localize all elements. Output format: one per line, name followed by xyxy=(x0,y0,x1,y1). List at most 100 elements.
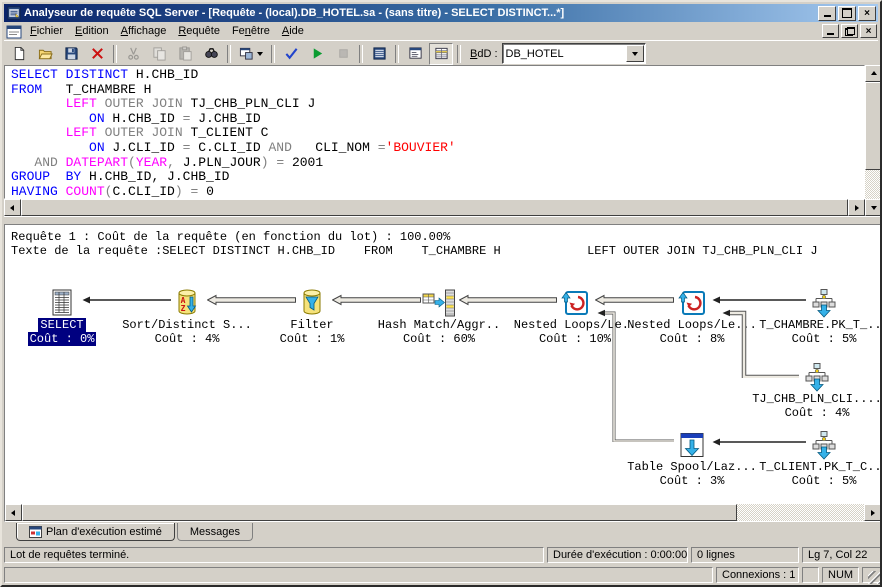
execution-mode-dropdown[interactable] xyxy=(235,43,267,65)
close-button[interactable]: × xyxy=(858,6,876,21)
plan-node-cost: Coût : 4% xyxy=(737,407,881,420)
filter-operator-icon xyxy=(295,288,329,318)
sql-line: LEFT OUTER JOIN TJ_CHB_PLN_CLI J xyxy=(11,97,864,112)
child-close-button[interactable]: × xyxy=(860,24,877,38)
parse-query-button[interactable] xyxy=(279,43,303,65)
child-restore-button[interactable] xyxy=(841,24,858,38)
find-button[interactable] xyxy=(199,43,223,65)
title-bar: Analyseur de requête SQL Server - [Requê… xyxy=(4,4,878,22)
open-file-button[interactable] xyxy=(33,43,57,65)
results-tab-bar: Plan d'exécution estimé Messages xyxy=(4,523,882,545)
menu-fentre[interactable]: Fenêtre xyxy=(226,23,276,39)
database-combobox-arrow[interactable] xyxy=(626,45,644,62)
grid-results-button[interactable] xyxy=(429,43,453,65)
query-window-button[interactable] xyxy=(367,43,391,65)
toolbar: BdD :DB_HOTEL xyxy=(4,40,878,66)
sql-line: LEFT OUTER JOIN T_CLIENT C xyxy=(11,126,864,141)
plan-hscroll-thumb[interactable] xyxy=(22,504,737,521)
vscroll-thumb[interactable] xyxy=(865,82,882,170)
app-status-empty xyxy=(4,567,713,583)
menu-aide[interactable]: Aide xyxy=(276,23,310,39)
query-status-bar: Lot de requêtes terminé. Durée d'exécuti… xyxy=(4,546,882,565)
stop-query-button[interactable] xyxy=(331,43,355,65)
copy-button[interactable] xyxy=(147,43,171,65)
plan-query-cost-line: Requête 1 : Coût de la requête (en fonct… xyxy=(11,230,450,244)
scroll-down-button[interactable] xyxy=(865,199,882,216)
child-minimize-button[interactable] xyxy=(822,24,839,38)
menu-affichage[interactable]: Affichage xyxy=(115,23,173,39)
sql-line: GROUP BY H.CHB_ID, J.CHB_ID xyxy=(11,170,864,185)
plan-connector-arrow xyxy=(597,308,674,447)
status-message: Lot de requêtes terminé. xyxy=(4,547,544,563)
seek-operator-icon xyxy=(807,288,841,318)
scroll-right-button[interactable] xyxy=(848,199,865,216)
execution-plan-pane: Requête 1 : Coût de la requête (en fonct… xyxy=(4,224,882,522)
hash-operator-icon xyxy=(422,288,456,318)
sql-editor-pane: SELECT DISTINCT H.CHB_IDFROM T_CHAMBRE H… xyxy=(4,65,882,216)
toolbar-separator xyxy=(395,45,399,63)
plan-query-text-line: Texte de la requête :SELECT DISTINCT H.C… xyxy=(11,244,818,258)
clear-window-button[interactable] xyxy=(85,43,109,65)
menu-fichier[interactable]: Fichier xyxy=(24,23,69,39)
plan-canvas: Requête 1 : Coût de la requête (en fonct… xyxy=(5,225,881,505)
menu-requte[interactable]: Requête xyxy=(172,23,226,39)
loops-operator-icon xyxy=(675,288,709,318)
database-combobox-value: DB_HOTEL xyxy=(503,48,626,60)
save-button[interactable] xyxy=(59,43,83,65)
execute-query-button[interactable] xyxy=(305,43,329,65)
plan-horizontal-scrollbar[interactable] xyxy=(5,504,881,521)
sql-horizontal-scrollbar[interactable] xyxy=(4,199,865,216)
cut-button[interactable] xyxy=(121,43,145,65)
scroll-up-button[interactable] xyxy=(865,65,882,82)
resize-grip[interactable] xyxy=(868,571,881,584)
scroll-left-button[interactable] xyxy=(4,199,21,216)
plan-scroll-right-button[interactable] xyxy=(864,504,881,521)
toolbar-separator xyxy=(359,45,363,63)
toolbar-separator xyxy=(113,45,117,63)
result-operator-icon xyxy=(45,288,79,318)
loops-operator-icon xyxy=(558,288,592,318)
sql-line: ON J.CLI_ID = C.CLI_ID AND CLI_NOM ='BOU… xyxy=(11,141,864,156)
plan-node-label: T_CLIENT.PK_T_C... xyxy=(744,461,881,474)
menu-items-container: FichierEditionAffichageRequêteFenêtreAid… xyxy=(24,25,310,37)
status-small-panel xyxy=(802,567,819,583)
paste-button[interactable] xyxy=(173,43,197,65)
toolbar-separator xyxy=(227,45,231,63)
window-title: Analyseur de requête SQL Server - [Requê… xyxy=(24,7,814,19)
svg-text:Z: Z xyxy=(181,304,186,313)
tab-messages-label: Messages xyxy=(190,526,240,538)
plan-connector-arrow xyxy=(207,293,296,311)
mdi-child-icon[interactable] xyxy=(6,24,22,39)
tab-plan-label: Plan d'exécution estimé xyxy=(46,526,162,538)
seek-operator-icon xyxy=(807,430,841,460)
app-icon xyxy=(7,6,21,20)
sql-vertical-scrollbar[interactable] xyxy=(865,65,882,216)
seek-operator-icon xyxy=(800,362,834,392)
status-cursor-position: Lg 7, Col 22 xyxy=(802,547,882,563)
plan-connector-arrow xyxy=(722,308,799,383)
app-window: Analyseur de requête SQL Server - [Requê… xyxy=(0,0,882,587)
tab-messages[interactable]: Messages xyxy=(177,523,253,541)
menu-edition[interactable]: Edition xyxy=(69,23,115,39)
minimize-button[interactable] xyxy=(818,6,836,21)
status-row-count: 0 lignes xyxy=(691,547,799,563)
database-combobox[interactable]: DB_HOTEL xyxy=(502,43,646,64)
plan-connector-arrow xyxy=(712,435,806,453)
new-query-button[interactable] xyxy=(7,43,31,65)
dropdown-caret-icon xyxy=(257,52,263,59)
sql-editor[interactable]: SELECT DISTINCT H.CHB_IDFROM T_CHAMBRE H… xyxy=(4,65,865,199)
properties-button[interactable] xyxy=(403,43,427,65)
plan-scroll-left-button[interactable] xyxy=(5,504,22,521)
sql-line: ON H.CHB_ID = J.CHB_ID xyxy=(11,112,864,127)
tab-plan-execution[interactable]: Plan d'exécution estimé xyxy=(16,523,175,541)
app-status-bar: Connexions : 1 NUM xyxy=(4,566,882,585)
maximize-button[interactable] xyxy=(838,6,856,21)
hscroll-thumb[interactable] xyxy=(21,199,848,216)
plan-connector-arrow xyxy=(459,293,557,311)
sql-line: AND DATEPART(YEAR, J.PLN_JOUR) = 2001 xyxy=(11,156,864,171)
toolbar-separator xyxy=(457,45,461,63)
plan-connector-arrow xyxy=(82,293,171,311)
plan-node-cost: Coût : 5% xyxy=(744,475,881,488)
status-connections: Connexions : 1 xyxy=(716,567,799,583)
toolbar-separator xyxy=(271,45,275,63)
